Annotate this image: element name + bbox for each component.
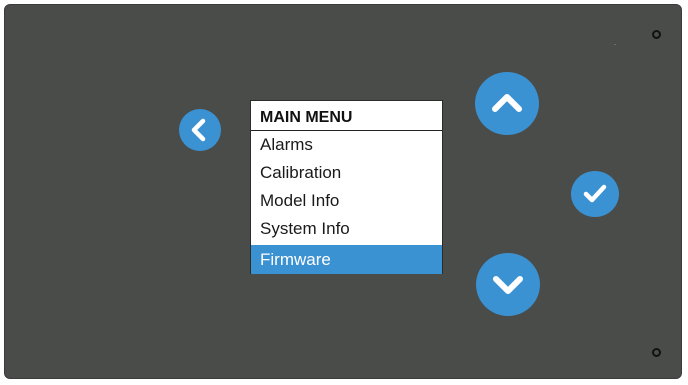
menu-item-calibration[interactable]: Calibration: [251, 159, 442, 187]
bottom-screw-icon: [652, 348, 661, 357]
menu-list: Alarms Calibration Model Info System Inf…: [251, 131, 442, 274]
confirm-button[interactable]: [571, 171, 619, 217]
down-button[interactable]: [476, 253, 540, 316]
up-button[interactable]: [475, 72, 539, 135]
menu-item-alarms[interactable]: Alarms: [251, 131, 442, 159]
menu-item-firmware[interactable]: Firmware: [251, 245, 442, 274]
top-screw-icon: [652, 30, 661, 39]
chevron-left-icon: [191, 118, 206, 142]
menu-item-model-info[interactable]: Model Info: [251, 187, 442, 215]
checkmark-icon: [583, 184, 607, 203]
panel-speck: [614, 44, 616, 45]
chevron-up-icon: [492, 94, 522, 112]
menu-item-system-info[interactable]: System Info: [251, 215, 442, 243]
chevron-down-icon: [493, 276, 523, 294]
lcd-screen: MAIN MENU Alarms Calibration Model Info …: [250, 100, 443, 274]
back-button[interactable]: [179, 109, 221, 151]
menu-title: MAIN MENU: [251, 101, 442, 131]
